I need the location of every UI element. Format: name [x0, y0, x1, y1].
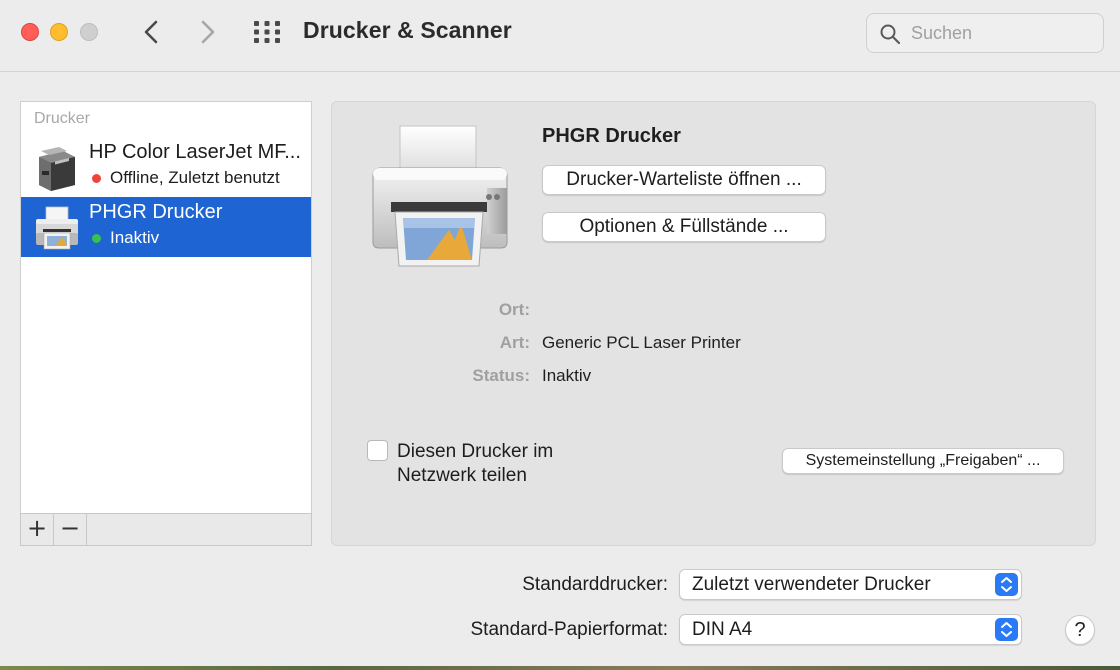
show-all-preferences-button[interactable]	[253, 20, 281, 44]
status-indicator-offline	[92, 174, 101, 183]
share-printer-label-line2: Netzwerk teilen	[397, 465, 527, 486]
back-button[interactable]	[140, 18, 164, 46]
chevron-left-icon	[144, 20, 158, 44]
zoom-window-button[interactable]	[80, 23, 98, 41]
chevron-right-icon	[201, 20, 215, 44]
printer-name: HP Color LaserJet MF...	[89, 141, 301, 163]
close-window-button[interactable]	[21, 23, 39, 41]
paper-size-select[interactable]: DIN A4	[679, 614, 1022, 645]
status-label: Status:	[472, 366, 530, 385]
location-label: Ort:	[498, 300, 530, 319]
search-field[interactable]	[866, 13, 1104, 53]
default-printer-value: Zuletzt verwendeter Drucker	[692, 574, 931, 595]
selected-printer-name: PHGR Drucker	[542, 125, 681, 147]
printer-list-toolbar: + −	[20, 513, 312, 546]
printer-name: PHGR Drucker	[89, 201, 223, 223]
printer-icon	[372, 125, 508, 267]
forward-button[interactable]	[195, 18, 219, 46]
window-title: Drucker & Scanner	[303, 17, 512, 43]
status-value: Inaktiv	[542, 366, 592, 385]
popup-arrows-icon	[995, 618, 1018, 641]
share-printer-label: Diesen Drucker im Netzwerk teilen	[397, 440, 553, 488]
remove-printer-button[interactable]: −	[54, 514, 87, 545]
printer-list: Drucker HP Color LaserJet MF... Offline,…	[20, 101, 312, 546]
kind-label: Art:	[499, 333, 530, 352]
minimize-window-button[interactable]	[50, 23, 68, 41]
sharing-preferences-button[interactable]: Systemeinstellung „Freigaben“ ...	[782, 448, 1064, 474]
share-printer-label-line1: Diesen Drucker im	[397, 441, 554, 462]
default-printer-label: Standarddrucker:	[522, 574, 668, 595]
printer-list-item-hp[interactable]: HP Color LaserJet MF... Offline, Zuletzt…	[21, 137, 311, 197]
toolbar: Drucker & Scanner	[0, 0, 1120, 72]
multifunction-printer-icon	[39, 147, 75, 191]
printer-icon	[36, 206, 78, 250]
paper-size-label: Standard-Papierformat:	[470, 619, 669, 640]
share-printer-checkbox[interactable]	[367, 440, 388, 461]
printer-status: Offline, Zuletzt benutzt	[110, 168, 280, 187]
popup-arrows-icon	[995, 573, 1018, 596]
printer-status: Inaktiv	[110, 228, 160, 247]
printer-list-item-phgr[interactable]: PHGR Drucker Inaktiv	[21, 197, 311, 257]
open-print-queue-button[interactable]: Drucker-Warteliste öffnen ...	[542, 165, 826, 195]
printer-list-header: Drucker	[34, 110, 91, 127]
options-supplies-button[interactable]: Optionen & Füllstände ...	[542, 212, 826, 242]
kind-value: Generic PCL Laser Printer	[542, 333, 741, 352]
printer-detail-panel: PHGR Drucker Drucker-Warteliste öffnen .…	[331, 101, 1096, 546]
add-printer-button[interactable]: +	[21, 514, 54, 545]
desktop-background	[0, 666, 1120, 670]
default-printer-select[interactable]: Zuletzt verwendeter Drucker	[679, 569, 1022, 600]
help-button[interactable]: ?	[1065, 615, 1095, 645]
printers-scanners-window: Drucker & Scanner Drucker HP Color Laser…	[0, 0, 1120, 666]
paper-size-value: DIN A4	[692, 619, 753, 640]
grid-icon	[254, 21, 280, 43]
search-input[interactable]	[911, 20, 1097, 46]
status-indicator-idle	[92, 234, 101, 243]
search-icon	[880, 24, 901, 45]
